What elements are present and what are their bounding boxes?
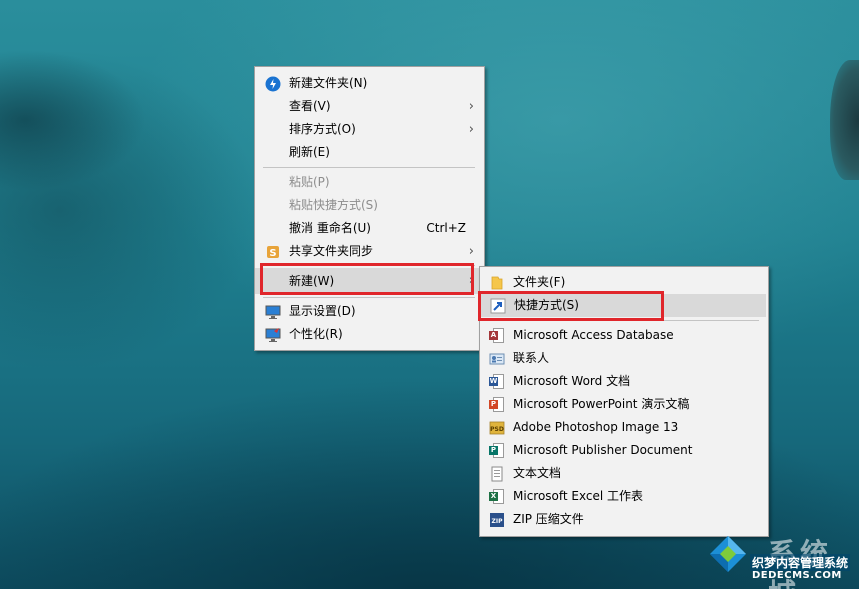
menu-item-label: Microsoft PowerPoint 演示文稿 <box>513 397 690 411</box>
menu-item-label: Microsoft Word 文档 <box>513 374 631 388</box>
menu-item-label: 共享文件夹同步 <box>289 244 374 258</box>
publisher-icon: P <box>489 443 505 458</box>
display-settings-icon <box>265 304 281 319</box>
submenu-item-access-database[interactable]: A Microsoft Access Database <box>480 324 768 347</box>
annotation-highlight-shortcut <box>478 291 664 321</box>
submenu-item-photoshop-image[interactable]: PSD Adobe Photoshop Image 13 <box>480 416 768 439</box>
menu-item-label: Microsoft Publisher Document <box>513 443 693 457</box>
svg-text:PSD: PSD <box>490 426 504 433</box>
menu-item-label: Microsoft Excel 工作表 <box>513 489 644 503</box>
share-sync-icon: S <box>265 244 281 259</box>
personalize-icon <box>265 327 281 342</box>
menu-item-label: ZIP 压缩文件 <box>513 512 584 526</box>
menu-item-share-folder-sync[interactable]: S 共享文件夹同步 › <box>255 240 484 263</box>
submenu-arrow-icon: › <box>468 122 474 137</box>
submenu-arrow-icon: › <box>468 244 474 259</box>
menu-separator <box>263 297 475 298</box>
submenu-item-text-document[interactable]: 文本文档 <box>480 462 768 485</box>
menu-item-label: 新建文件夹(N) <box>289 76 368 90</box>
new-folder-icon <box>265 76 281 92</box>
watermark-slogan: 织梦内容管理系统 <box>750 554 851 571</box>
access-icon: A <box>489 328 505 343</box>
shortcut-key-label: Ctrl+Z <box>426 221 466 235</box>
menu-item-label: 粘贴(P) <box>289 175 330 189</box>
annotation-highlight-new <box>260 263 474 295</box>
menu-item-label: 文本文档 <box>513 466 562 480</box>
menu-item-personalize[interactable]: 个性化(R) <box>255 323 484 346</box>
menu-separator <box>263 167 475 168</box>
menu-item-label: 排序方式(O) <box>289 122 356 136</box>
menu-item-view[interactable]: 查看(V) › <box>255 95 484 118</box>
menu-item-sort-by[interactable]: 排序方式(O) › <box>255 118 484 141</box>
watermark-url: DEDECMS.COM <box>752 570 842 581</box>
menu-item-label: Adobe Photoshop Image 13 <box>513 420 679 434</box>
submenu-item-powerpoint[interactable]: P Microsoft PowerPoint 演示文稿 <box>480 393 768 416</box>
desktop-context-menu: 新建文件夹(N) 查看(V) › 排序方式(O) › 刷新(E) 粘贴(P) 粘… <box>254 66 485 351</box>
menu-item-label: 显示设置(D) <box>289 304 356 318</box>
menu-item-new-folder[interactable]: 新建文件夹(N) <box>255 72 484 95</box>
watermark-logo-icon <box>710 536 746 572</box>
submenu-item-publisher-document[interactable]: P Microsoft Publisher Document <box>480 439 768 462</box>
menu-item-display-settings[interactable]: 显示设置(D) <box>255 300 484 323</box>
menu-item-label: 个性化(R) <box>289 327 343 341</box>
background-rock <box>830 60 859 180</box>
zip-icon: ZIP <box>489 512 505 527</box>
svg-text:S: S <box>269 248 276 259</box>
menu-item-label: 粘贴快捷方式(S) <box>289 198 378 212</box>
contact-icon <box>489 351 505 366</box>
text-document-icon <box>489 466 505 482</box>
menu-item-paste-shortcut[interactable]: 粘贴快捷方式(S) <box>255 194 484 217</box>
folder-icon <box>489 275 505 290</box>
photoshop-icon: PSD <box>489 420 505 435</box>
menu-item-label: Microsoft Access Database <box>513 328 674 342</box>
menu-item-label: 刷新(E) <box>289 145 330 159</box>
submenu-item-excel-worksheet[interactable]: X Microsoft Excel 工作表 <box>480 485 768 508</box>
menu-item-undo-rename[interactable]: 撤消 重命名(U) Ctrl+Z <box>255 217 484 240</box>
submenu-arrow-icon: › <box>468 99 474 114</box>
menu-item-label: 查看(V) <box>289 99 331 113</box>
submenu-item-zip-archive[interactable]: ZIP ZIP 压缩文件 <box>480 508 768 531</box>
menu-item-paste[interactable]: 粘贴(P) <box>255 171 484 194</box>
powerpoint-icon: P <box>489 397 505 412</box>
word-icon: W <box>489 374 505 389</box>
menu-item-refresh[interactable]: 刷新(E) <box>255 141 484 164</box>
svg-text:ZIP: ZIP <box>492 518 504 525</box>
submenu-item-word-document[interactable]: W Microsoft Word 文档 <box>480 370 768 393</box>
watermark: 系统城 织梦内容管理系统 DEDECMS.COM <box>706 530 859 610</box>
excel-icon: X <box>489 489 505 504</box>
submenu-item-contact[interactable]: 联系人 <box>480 347 768 370</box>
menu-item-label: 联系人 <box>513 351 550 365</box>
menu-item-label: 撤消 重命名(U) <box>289 221 371 235</box>
